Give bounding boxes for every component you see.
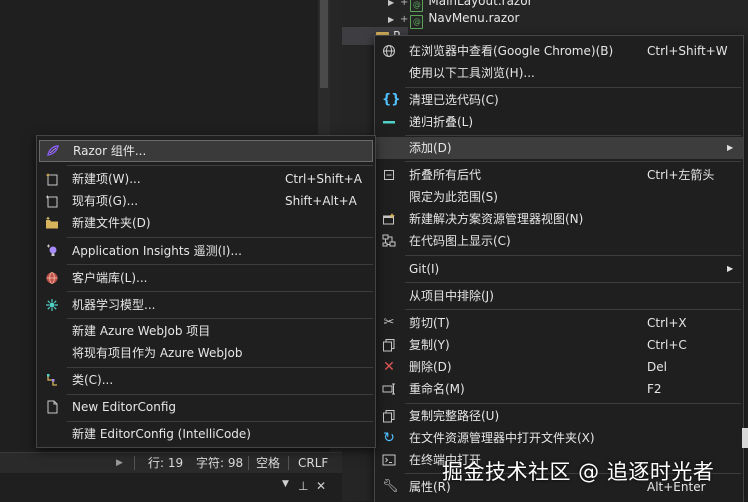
editor-status-bar: ▶ 行: 19 字符: 98 空格 CRLF (0, 452, 342, 473)
submenu-arrow-icon: ▶ (727, 264, 734, 273)
terminal-icon (382, 453, 396, 467)
divider (134, 456, 135, 470)
document-icon (45, 400, 59, 414)
submenu-item-application-insights[interactable]: Application Insights 遥测(I)... (37, 240, 375, 262)
menu-item-git[interactable]: Git(I) ▶ (375, 258, 743, 280)
menu-item-rename[interactable]: 重命名(M) F2 (375, 378, 743, 400)
delete-x-icon: ✕ (383, 359, 395, 375)
submenu-item-client-library[interactable]: 客户端库(L)... (37, 267, 375, 289)
collapse-all-icon (382, 168, 396, 182)
divider (248, 456, 249, 470)
rename-icon (382, 382, 396, 396)
whitespace-mode[interactable]: 空格 (256, 453, 280, 473)
code-map-icon (382, 234, 396, 248)
copy-icon (382, 338, 396, 352)
scissors-icon: ✂ (383, 315, 395, 330)
razor-file-icon: @ (410, 15, 424, 29)
menu-separator (405, 403, 741, 404)
submenu-item-new-item[interactable]: 新建项(W)... Ctrl+Shift+A (37, 168, 375, 190)
open-folder-arrow-icon: ↻ (383, 430, 395, 446)
menu-item-code-cleanup[interactable]: {} 清理已选代码(C) (375, 89, 743, 111)
line-ending[interactable]: CRLF (298, 453, 328, 473)
new-folder-icon (45, 216, 59, 230)
tree-item-navmenu[interactable]: ▶ + @ NavMenu.razor (388, 9, 520, 29)
dropdown-arrow-icon[interactable]: ▼ (282, 479, 289, 489)
menu-item-exclude-from-project[interactable]: 从项目中排除(J) (375, 285, 743, 307)
submenu-item-existing-item[interactable]: 现有项(G)... Shift+Alt+A (37, 190, 375, 212)
menu-item-browse-with[interactable]: 使用以下工具浏览(H)... (375, 62, 743, 84)
submenu-item-razor-component[interactable]: Razor 组件... (39, 140, 373, 162)
close-icon[interactable]: ✕ (316, 479, 326, 493)
wrench-icon: 🔧︎ (382, 479, 399, 494)
column-number[interactable]: 字符: 98 (196, 453, 243, 473)
submenu-item-ml-model[interactable]: 机器学习模型... (37, 294, 375, 316)
menu-separator (405, 135, 741, 136)
existing-item-icon (45, 194, 59, 208)
submenu-item-existing-as-azure-webjob[interactable]: 将现有项目作为 Azure WebJob (37, 342, 375, 364)
menu-separator (67, 394, 373, 395)
divider (288, 456, 289, 470)
razor-component-icon (46, 144, 60, 158)
tree-item-label: MainLayout.razor (428, 0, 533, 8)
new-item-icon (45, 172, 59, 186)
menu-item-show-on-code-map[interactable]: 在代码图上显示(C) (375, 230, 743, 252)
menu-item-collapse-descendants[interactable]: 折叠所有后代 Ctrl+左箭头 (375, 164, 743, 186)
git-added-icon: + (400, 14, 409, 25)
panel-toolbar: ▼ ⊥ ✕ (0, 473, 342, 501)
menu-item-copy[interactable]: 复制(Y) Ctrl+C (375, 334, 743, 356)
context-menu: 在浏览器中查看(Google Chrome)(B) Ctrl+Shift+W 使… (374, 35, 744, 502)
submenu-arrow-icon: ▶ (727, 143, 734, 152)
menu-separator (405, 282, 741, 283)
menu-item-delete[interactable]: ✕ 删除(D) Del (375, 356, 743, 378)
client-library-icon (45, 271, 59, 285)
menu-separator (67, 318, 373, 319)
new-explorer-view-icon (382, 212, 396, 226)
menu-separator (67, 264, 373, 265)
menu-separator (405, 87, 741, 88)
submenu-item-new-folder[interactable]: 新建文件夹(D) (37, 212, 375, 234)
watermark-text: 掘金技术社区 @ 追逐时光者 (442, 460, 715, 484)
pin-icon[interactable]: ⊥ (298, 479, 308, 493)
menu-separator (67, 421, 373, 422)
menu-separator (67, 367, 373, 368)
add-submenu: Razor 组件... 新建项(W)... Ctrl+Shift+A 现有项(G… (36, 135, 376, 448)
scroll-right-arrow-icon[interactable]: ▶ (116, 453, 123, 473)
submenu-item-class[interactable]: 类(C)... (37, 369, 375, 391)
menu-separator (405, 309, 741, 310)
lightbulb-icon (45, 244, 59, 258)
menu-item-collapse-recursive[interactable]: 递归折叠(L) (375, 111, 743, 133)
line-number[interactable]: 行: 19 (148, 453, 183, 473)
menu-item-scope-to-this[interactable]: 限定为此范围(S) (375, 186, 743, 208)
editor-scroll-thumb[interactable] (320, 0, 328, 88)
menu-separator (67, 237, 373, 238)
menu-item-cut[interactable]: ✂ 剪切(T) Ctrl+X (375, 312, 743, 334)
menu-separator (405, 255, 741, 256)
class-icon (45, 373, 59, 387)
braces-icon: {} (382, 92, 401, 107)
menu-item-open-in-file-explorer[interactable]: ↻ 在文件资源管理器中打开文件夹(X) (375, 427, 743, 449)
menu-item-new-explorer-view[interactable]: 新建解决方案资源管理器视图(N) (375, 208, 743, 230)
menu-separator (67, 165, 373, 166)
background-window-edge (742, 428, 748, 448)
menu-separator (67, 291, 373, 292)
submenu-item-new-azure-webjob[interactable]: 新建 Azure WebJob 项目 (37, 320, 375, 342)
menu-separator (405, 161, 741, 162)
copy-path-icon (382, 409, 396, 423)
collapse-bar-icon (382, 115, 396, 129)
tree-item-label: NavMenu.razor (428, 11, 520, 25)
submenu-item-new-editorconfig[interactable]: New EditorConfig (37, 396, 375, 418)
ml-model-icon (45, 298, 59, 312)
menu-item-view-in-browser[interactable]: 在浏览器中查看(Google Chrome)(B) Ctrl+Shift+W (375, 40, 743, 62)
menu-item-add[interactable]: 添加(D) ▶ (375, 137, 743, 159)
menu-item-copy-full-path[interactable]: 复制完整路径(U) (375, 405, 743, 427)
globe-icon (382, 44, 396, 58)
submenu-item-new-editorconfig-intellicode[interactable]: 新建 EditorConfig (IntelliCode) (37, 423, 375, 445)
git-added-icon: + (400, 0, 409, 8)
